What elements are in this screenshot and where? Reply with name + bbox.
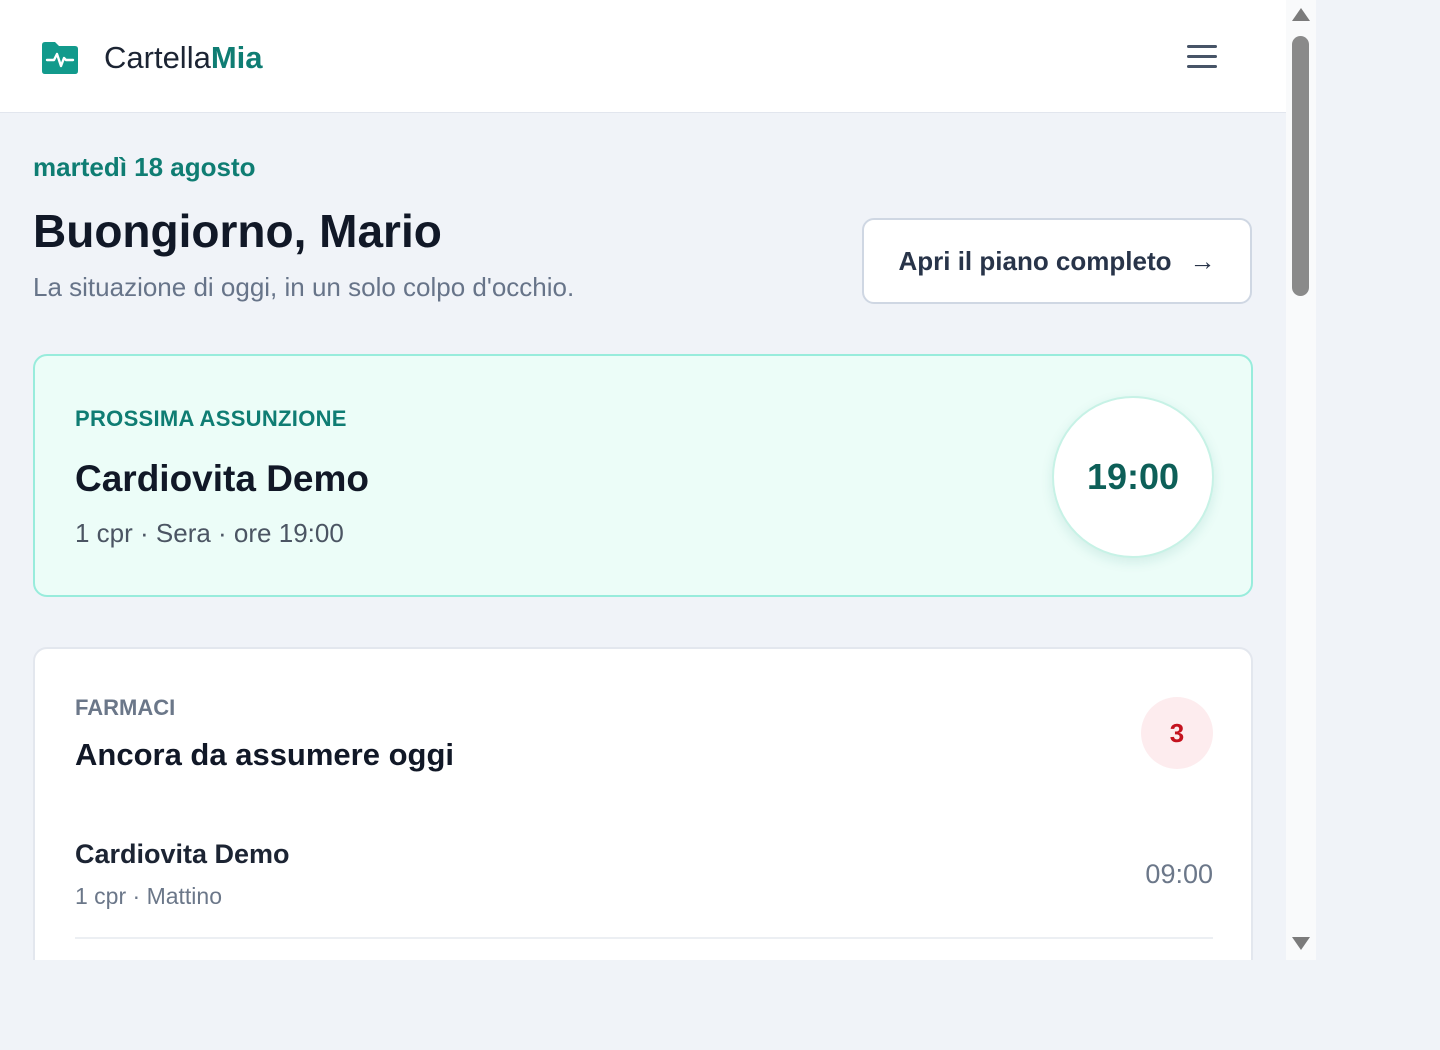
hamburger-menu-icon[interactable]	[1184, 42, 1220, 72]
next-dose-medication-name: Cardiovita Demo	[75, 458, 370, 499]
scroll-down-arrow-icon[interactable]	[1292, 937, 1310, 950]
medication-name: Cardiovita Demo	[75, 839, 290, 869]
medication-time: 09:00	[1145, 859, 1213, 889]
vertical-scrollbar[interactable]	[1286, 0, 1316, 960]
brand-accent: Mia	[210, 40, 263, 75]
app-header: CartellaMia	[0, 0, 1286, 113]
remaining-count-badge: 3	[1141, 697, 1213, 769]
brand-prefix: Cartella	[104, 40, 211, 75]
folder-pulse-icon[interactable]	[40, 40, 80, 76]
current-date: martedì 18 agosto	[33, 152, 256, 182]
medications-kicker: FARMACI	[75, 695, 176, 720]
page-subtitle: La situazione di oggi, in un solo colpo …	[33, 272, 575, 302]
app-viewport: CartellaMia martedì 18 agosto Buongiorno…	[0, 0, 1286, 960]
page-title: Buongiorno, Mario	[33, 205, 442, 257]
next-dose-kicker: PROSSIMA ASSUNZIONE	[75, 406, 347, 431]
list-divider	[75, 937, 1213, 939]
scroll-up-arrow-icon[interactable]	[1292, 8, 1310, 21]
next-dose-detail: 1 cpr · Sera · ore 19:00	[75, 518, 344, 548]
next-dose-card[interactable]: PROSSIMA ASSUNZIONE Cardiovita Demo 1 cp…	[33, 354, 1253, 597]
medications-heading: Ancora da assumere oggi	[75, 737, 455, 772]
open-full-plan-button[interactable]: Apri il piano completo →	[862, 218, 1252, 304]
medication-detail: 1 cpr · Mattino	[75, 883, 222, 909]
arrow-right-icon: →	[1189, 245, 1216, 276]
medications-card: FARMACI Ancora da assumere oggi 3 Cardio…	[33, 647, 1253, 960]
open-full-plan-label: Apri il piano completo	[898, 245, 1172, 276]
brand-name[interactable]: CartellaMia	[104, 38, 263, 78]
scrollbar-thumb[interactable]	[1292, 36, 1309, 296]
next-dose-time: 19:00	[1052, 396, 1214, 558]
